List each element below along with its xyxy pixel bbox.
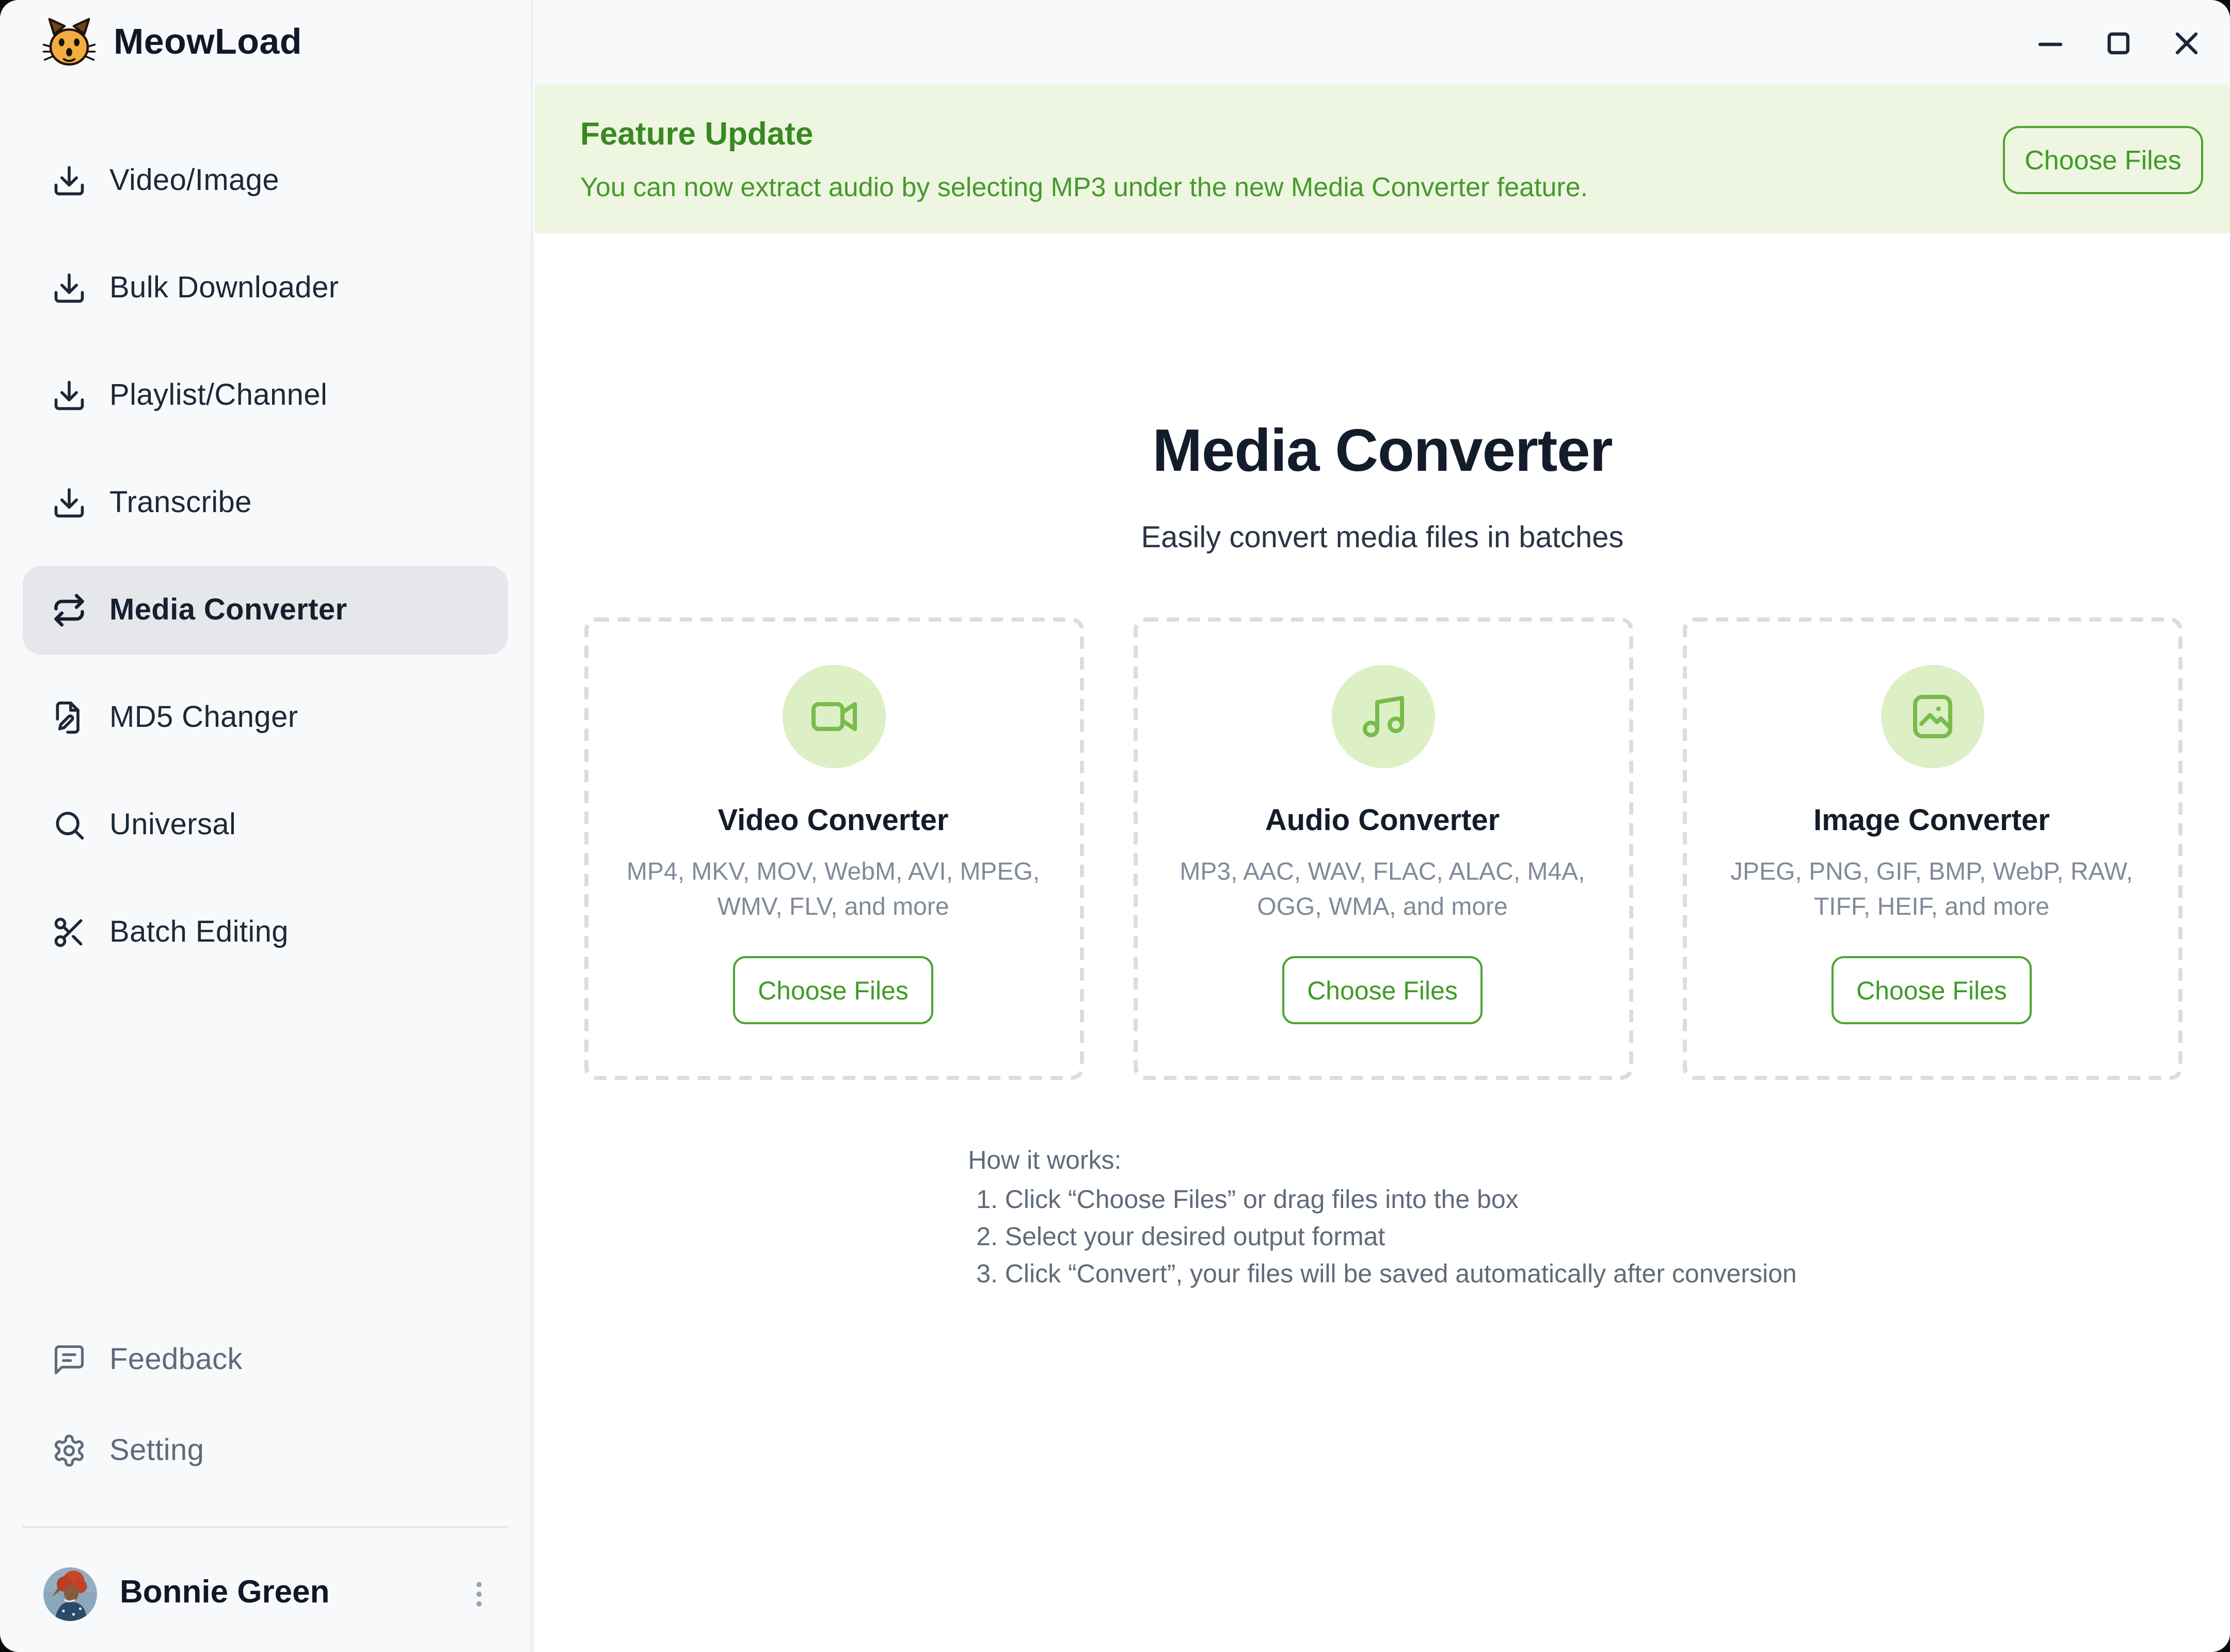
cat-logo <box>41 14 97 70</box>
card-formats: MP4, MKV, MOV, WebM, AVI, MPEG, WMV, FLV… <box>610 855 1056 923</box>
sidebar-item-label: Feedback <box>109 1343 243 1376</box>
app-title: MeowLoad <box>114 0 302 85</box>
image-icon <box>1907 692 1956 741</box>
sidebar-item-label: Universal <box>109 808 236 841</box>
how-it-works-step: 2. Select your desired output format <box>976 1225 1797 1251</box>
avatar <box>43 1567 97 1621</box>
card-title: Image Converter <box>1813 805 2050 838</box>
banner-choose-files-button[interactable]: Choose Files <box>2003 125 2203 193</box>
download-icon <box>52 271 87 306</box>
main-area: Feature Update You can now extract audio… <box>535 0 2230 1652</box>
download-icon <box>52 485 87 520</box>
sidebar-item-transcribe[interactable]: Transcribe <box>23 458 508 547</box>
message-square-icon <box>52 1342 87 1377</box>
sidebar-item-label: Playlist/Channel <box>109 379 327 412</box>
sidebar-item-label: Media Converter <box>109 594 347 627</box>
page-title: Media Converter <box>535 415 2230 489</box>
page-subtitle: Easily convert media files in batches <box>535 522 2230 555</box>
how-it-works-step: 3. Click “Convert”, your files will be s… <box>976 1262 1797 1289</box>
sidebar-footer: Feedback Setting <box>0 1315 531 1497</box>
video-choose-files-button[interactable]: Choose Files <box>733 956 933 1024</box>
banner-text: Feature Update You can now extract audio… <box>580 117 2003 201</box>
media-converter-page: Media Converter Easily convert media fil… <box>535 233 2230 1652</box>
sidebar-item-batch-editing[interactable]: Batch Editing <box>23 888 508 977</box>
sidebar-item-playlist-channel[interactable]: Playlist/Channel <box>23 351 508 440</box>
converter-cards: Video Converter MP4, MKV, MOV, WebM, AVI… <box>535 617 2230 1080</box>
sidebar-item-feedback[interactable]: Feedback <box>23 1315 508 1404</box>
video-camera-icon <box>808 692 858 741</box>
download-icon <box>52 378 87 413</box>
sidebar-item-media-converter[interactable]: Media Converter <box>23 566 508 655</box>
card-formats: JPEG, PNG, GIF, BMP, WebP, RAW, TIFF, HE… <box>1709 855 2155 923</box>
file-pen-icon <box>52 700 87 735</box>
image-converter-dropzone[interactable]: Image Converter JPEG, PNG, GIF, BMP, Web… <box>1682 617 2181 1080</box>
audio-choose-files-button[interactable]: Choose Files <box>1282 956 1483 1024</box>
image-choose-files-button[interactable]: Choose Files <box>1831 956 2032 1024</box>
user-profile-row[interactable]: Bonnie Green <box>0 1553 531 1635</box>
how-it-works-step: 1. Click “Choose Files” or drag files in… <box>976 1187 1797 1214</box>
sidebar-item-label: Bulk Downloader <box>109 272 339 305</box>
sidebar-item-setting[interactable]: Setting <box>23 1406 508 1495</box>
music-note-icon <box>1358 692 1407 741</box>
app-window: Video/Image Bulk Downloader Playlist/Cha… <box>0 0 2230 1652</box>
banner-title: Feature Update <box>580 117 2003 154</box>
card-title: Video Converter <box>718 805 949 838</box>
user-menu-button[interactable] <box>460 1571 498 1617</box>
icon-circle <box>1331 665 1434 768</box>
kebab-menu-icon <box>463 1578 496 1611</box>
feature-update-banner: Feature Update You can now extract audio… <box>535 85 2230 233</box>
sidebar-item-label: Batch Editing <box>109 916 289 949</box>
sidebar-item-label: MD5 Changer <box>109 701 298 734</box>
sidebar-item-md5-changer[interactable]: MD5 Changer <box>23 673 508 762</box>
sidebar-nav: Video/Image Bulk Downloader Playlist/Cha… <box>0 136 531 995</box>
download-icon <box>52 163 87 198</box>
icon-circle <box>782 665 885 768</box>
how-it-works-title: How it works: <box>968 1148 1797 1175</box>
user-name: Bonnie Green <box>120 1576 460 1613</box>
sidebar-divider <box>23 1526 508 1528</box>
sidebar-item-universal[interactable]: Universal <box>23 781 508 869</box>
video-converter-dropzone[interactable]: Video Converter MP4, MKV, MOV, WebM, AVI… <box>583 617 1083 1080</box>
icon-circle <box>1880 665 1983 768</box>
sidebar: Video/Image Bulk Downloader Playlist/Cha… <box>0 0 533 1652</box>
search-icon <box>52 807 87 843</box>
sidebar-item-label: Transcribe <box>109 486 252 519</box>
audio-converter-dropzone[interactable]: Audio Converter MP3, AAC, WAV, FLAC, ALA… <box>1133 617 1632 1080</box>
sidebar-item-label: Video/Image <box>109 164 279 197</box>
card-formats: MP3, AAC, WAV, FLAC, ALAC, M4A, OGG, WMA… <box>1159 855 1605 923</box>
card-title: Audio Converter <box>1265 805 1500 838</box>
sidebar-item-label: Setting <box>109 1434 204 1467</box>
gear-icon <box>52 1433 87 1468</box>
sidebar-item-bulk-downloader[interactable]: Bulk Downloader <box>23 244 508 332</box>
scissors-icon <box>52 915 87 950</box>
how-it-works: How it works: 1. Click “Choose Files” or… <box>968 1148 1797 1289</box>
repeat-icon <box>52 593 87 628</box>
sidebar-item-video-image[interactable]: Video/Image <box>23 136 508 225</box>
banner-message: You can now extract audio by selecting M… <box>580 170 2003 201</box>
